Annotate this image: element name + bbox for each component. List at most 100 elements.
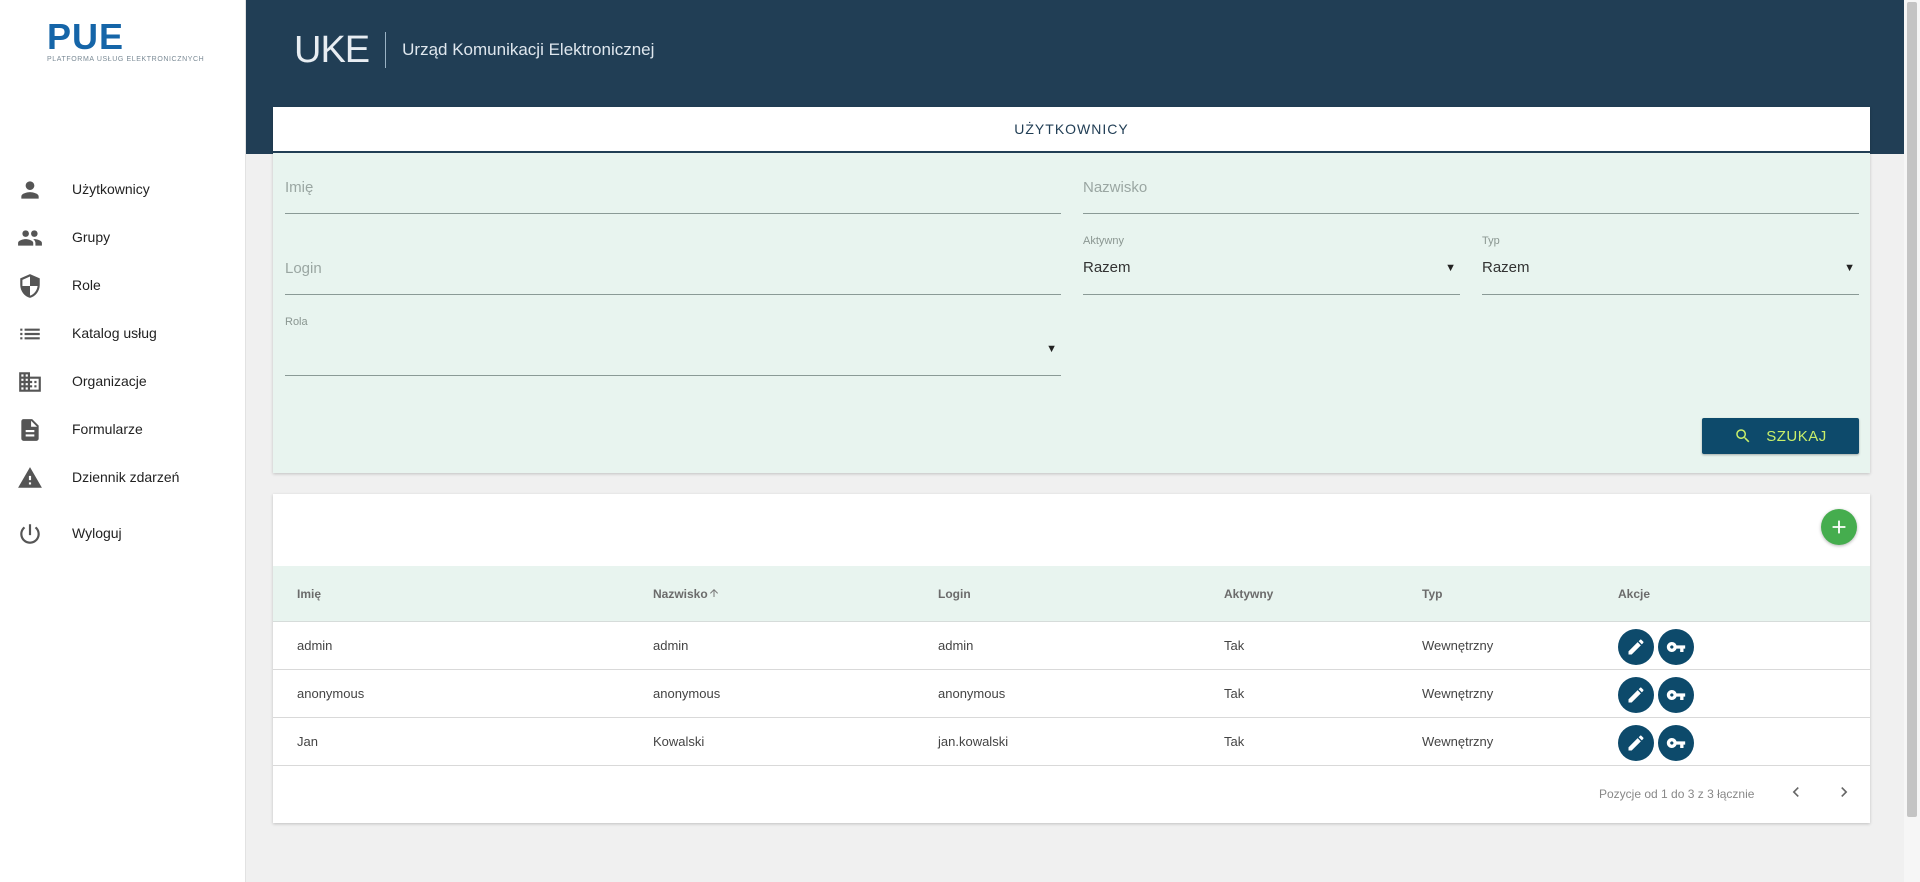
uke-logo[interactable]: UKE Urząd Komunikacji Elektronicznej (294, 30, 654, 70)
pue-logo[interactable]: PUE PLATFORMA USŁUG ELEKTRONICZNYCH (47, 16, 204, 64)
group-icon (17, 225, 43, 251)
type-value: Razem (1482, 259, 1530, 276)
active-value: Razem (1083, 259, 1131, 276)
cell-type: Wewnętrzny (1422, 734, 1494, 749)
column-header-first-name[interactable]: Imię (297, 566, 321, 622)
table-header: Imię Nazwisko Login Aktywny Typ Akcje (273, 566, 1870, 622)
active-label: Aktywny (1083, 235, 1124, 247)
column-label: Akcje (1618, 587, 1651, 601)
column-header-last-name[interactable]: Nazwisko (653, 566, 720, 622)
reset-password-button[interactable] (1658, 677, 1694, 713)
cell-first-name: anonymous (297, 686, 365, 701)
edit-button[interactable] (1618, 629, 1654, 665)
power-icon (17, 521, 43, 547)
chevron-down-icon: ▼ (1046, 343, 1057, 355)
table-row: admin admin admin Tak Wewnętrzny (273, 622, 1870, 670)
next-page-button[interactable] (1830, 778, 1858, 806)
tab-users[interactable]: UŻYTKOWNICY (273, 107, 1870, 153)
sidebar-item-logout[interactable]: Wyloguj (0, 509, 246, 557)
reset-password-button[interactable] (1658, 629, 1694, 665)
logo-text: PUE (47, 16, 125, 57)
last-name-input[interactable] (1083, 179, 1859, 196)
scrollbar-thumb[interactable] (1907, 2, 1917, 817)
add-user-button[interactable] (1821, 509, 1857, 545)
cell-active: Tak (1224, 686, 1245, 701)
cell-first-name: admin (297, 638, 333, 653)
pencil-icon (1628, 639, 1644, 655)
plus-icon (1832, 520, 1846, 534)
sidebar-item-label: Użytkownicy (72, 181, 150, 197)
sidebar-item-groups[interactable]: Grupy (0, 213, 246, 261)
sidebar-item-service-catalog[interactable]: Katalog usług (0, 309, 246, 357)
last-name-field[interactable] (1083, 179, 1859, 214)
pencil-icon (1628, 735, 1644, 751)
person-icon (17, 177, 43, 203)
search-panel: UŻYTKOWNICY Aktywny Razem ▼ Typ Razem ▼ … (273, 107, 1870, 473)
login-field[interactable] (285, 260, 1061, 295)
chevron-down-icon: ▼ (1445, 262, 1456, 274)
warning-icon (17, 465, 43, 491)
sidebar-item-label: Role (72, 277, 101, 293)
cell-last-name: anonymous (653, 686, 721, 701)
pencil-icon (1628, 687, 1644, 703)
search-button-label: SZUKAJ (1766, 427, 1827, 445)
logo-divider (385, 32, 387, 68)
sidebar-item-label: Formularze (72, 421, 143, 437)
column-header-login[interactable]: Login (938, 566, 971, 622)
reset-password-button[interactable] (1658, 725, 1694, 761)
cell-login: anonymous (938, 686, 1006, 701)
active-select[interactable]: Aktywny Razem ▼ (1083, 235, 1460, 295)
cell-last-name: Kowalski (653, 734, 705, 749)
first-name-field[interactable] (285, 179, 1061, 214)
search-button[interactable]: SZUKAJ (1702, 418, 1859, 454)
column-header-active[interactable]: Aktywny (1224, 566, 1273, 622)
sidebar-item-organizations[interactable]: Organizacje (0, 357, 246, 405)
arrow-up-icon (708, 567, 720, 597)
column-header-actions: Akcje (1618, 566, 1650, 622)
type-select[interactable]: Typ Razem ▼ (1482, 235, 1859, 295)
sidebar-item-forms[interactable]: Formularze (0, 405, 246, 453)
sidebar-item-users[interactable]: Użytkownicy (0, 165, 246, 213)
sidebar-item-roles[interactable]: Role (0, 261, 246, 309)
role-select[interactable]: Rola ▼ (285, 316, 1061, 376)
chevron-down-icon: ▼ (1844, 262, 1855, 274)
key-icon (1666, 690, 1686, 700)
cell-login: admin (938, 638, 974, 653)
key-icon (1666, 642, 1686, 652)
previous-page-button[interactable] (1782, 778, 1810, 806)
cell-first-name: Jan (297, 734, 318, 749)
cell-type: Wewnętrzny (1422, 686, 1494, 701)
table-row: Jan Kowalski jan.kowalski Tak Wewnętrzny (273, 718, 1870, 766)
list-icon (17, 321, 43, 347)
shield-icon (17, 273, 43, 299)
cell-type: Wewnętrzny (1422, 638, 1494, 653)
cell-login: jan.kowalski (938, 734, 1009, 749)
sidebar-item-label: Grupy (72, 229, 111, 245)
users-table-panel: Imię Nazwisko Login Aktywny Typ Akcje ad… (273, 494, 1870, 823)
sidebar: PUE PLATFORMA USŁUG ELEKTRONICZNYCH Użyt… (0, 0, 246, 882)
column-label: Login (938, 587, 971, 601)
login-input[interactable] (285, 260, 1061, 277)
chevron-left-icon (1792, 787, 1799, 797)
uke-mark: UKE (294, 29, 370, 71)
chevron-right-icon (1841, 787, 1848, 797)
role-label: Rola (285, 316, 308, 328)
type-label: Typ (1482, 235, 1500, 247)
key-icon (1666, 738, 1686, 748)
header-title: Urząd Komunikacji Elektronicznej (402, 40, 655, 59)
column-label: Nazwisko (653, 587, 708, 601)
cell-active: Tak (1224, 638, 1245, 653)
column-header-type[interactable]: Typ (1422, 566, 1442, 622)
column-label: Aktywny (1224, 587, 1274, 601)
pagination-summary: Pozycje od 1 do 3 z 3 łącznie (1599, 787, 1755, 801)
column-label: Imię (297, 587, 322, 601)
document-icon (17, 417, 43, 443)
building-icon (17, 369, 43, 395)
sidebar-item-event-log[interactable]: Dziennik zdarzeń (0, 453, 246, 501)
column-label: Typ (1422, 587, 1443, 601)
cell-active: Tak (1224, 734, 1245, 749)
edit-button[interactable] (1618, 677, 1654, 713)
first-name-input[interactable] (285, 179, 1061, 196)
edit-button[interactable] (1618, 725, 1654, 761)
sidebar-item-label: Katalog usług (72, 325, 157, 341)
